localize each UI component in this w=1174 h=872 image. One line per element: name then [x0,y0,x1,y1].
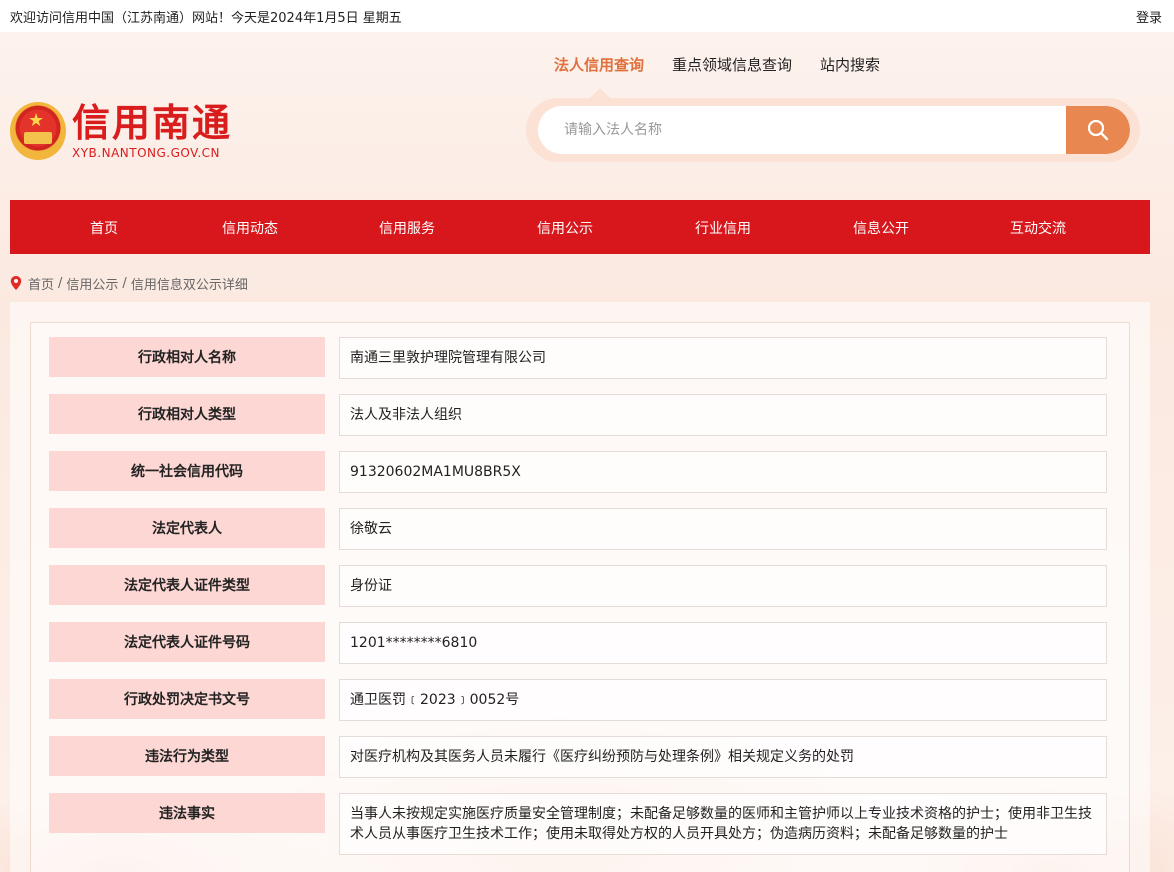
detail-label: 违法事实 [49,793,325,833]
detail-label: 统一社会信用代码 [49,451,325,491]
detail-row: 统一社会信用代码 91320602MA1MU8BR5X [49,451,1107,493]
search-box [526,98,1140,162]
breadcrumb-credit-publicity[interactable]: 信用公示 [66,274,118,293]
nav-item-info-disclosure[interactable]: 信息公开 [853,218,909,238]
detail-value: 南通三里敦护理院管理有限公司 [339,337,1107,379]
detail-row: 行政处罚决定书文号 通卫医罚﹝2023﹞0052号 [49,679,1107,721]
detail-label: 违法行为类型 [49,736,325,776]
search-input[interactable] [538,106,1066,154]
search-tabs: 法人信用查询 重点领域信息查询 站内搜索 [554,54,880,75]
tab-key-field-query[interactable]: 重点领域信息查询 [672,54,792,75]
detail-row: 违法事实 当事人未按规定实施医疗质量安全管理制度；未配备足够数量的医师和主管护师以… [49,793,1107,855]
detail-value: 身份证 [339,565,1107,607]
detail-row: 法定代表人证件类型 身份证 [49,565,1107,607]
nav-item-home[interactable]: 首页 [90,218,118,238]
detail-panel: 行政相对人名称 南通三里敦护理院管理有限公司 行政相对人类型 法人及非法人组织 统一社会… [10,302,1150,872]
tab-site-search[interactable]: 站内搜索 [820,54,880,75]
detail-label: 法定代表人证件号码 [49,622,325,662]
detail-value: 91320602MA1MU8BR5X [339,451,1107,493]
detail-row: 行政相对人名称 南通三里敦护理院管理有限公司 [49,337,1107,379]
detail-value: 通卫医罚﹝2023﹞0052号 [339,679,1107,721]
site-logo[interactable]: ★ 信用南通 XYB.NANTONG.GOV.CN [10,102,232,160]
detail-row: 法定代表人 徐敬云 [49,508,1107,550]
nav-item-industry-credit[interactable]: 行业信用 [695,218,751,238]
login-link[interactable]: 登录 [1136,7,1164,26]
national-emblem-icon: ★ [10,102,66,160]
search-button[interactable] [1066,106,1130,154]
nav-item-credit-service[interactable]: 信用服务 [379,218,435,238]
main-nav: 首页 信用动态 信用服务 信用公示 行业信用 信息公开 互动交流 [10,200,1150,254]
detail-row: 违法行为类型 对医疗机构及其医务人员未履行《医疗纠纷预防与处理条例》相关规定义务的… [49,736,1107,778]
detail-row: 行政相对人类型 法人及非法人组织 [49,394,1107,436]
detail-label: 行政相对人类型 [49,394,325,434]
detail-value: 法人及非法人组织 [339,394,1107,436]
active-tab-caret [590,88,610,98]
detail-row: 法定代表人证件号码 1201********6810 [49,622,1107,664]
header: ★ 信用南通 XYB.NANTONG.GOV.CN 法人信用查询 重点领域信息查… [0,32,1174,200]
nav-item-interaction[interactable]: 互动交流 [1010,218,1066,238]
logo-subtitle: XYB.NANTONG.GOV.CN [72,146,220,160]
tab-legal-credit-query[interactable]: 法人信用查询 [554,54,644,75]
breadcrumb: 首页 / 信用公示 / 信用信息双公示详细 [0,254,1174,298]
detail-value: 1201********6810 [339,622,1107,664]
detail-label: 行政相对人名称 [49,337,325,377]
search-icon [1087,119,1109,141]
detail-value: 徐敬云 [339,508,1107,550]
top-bar: 欢迎访问信用中国（江苏南通）网站！今天是2024年1月5日 星期五 登录 [0,0,1174,32]
detail-label: 行政处罚决定书文号 [49,679,325,719]
breadcrumb-current: 信用信息双公示详细 [130,277,248,293]
detail-label: 法定代表人 [49,508,325,548]
nav-item-credit-publicity[interactable]: 信用公示 [537,218,593,238]
location-pin-icon [10,276,22,290]
detail-table: 行政相对人名称 南通三里敦护理院管理有限公司 行政相对人类型 法人及非法人组织 统一社会… [30,322,1130,872]
nav-item-credit-news[interactable]: 信用动态 [222,218,278,238]
breadcrumb-home[interactable]: 首页 [28,274,54,293]
welcome-text: 欢迎访问信用中国（江苏南通）网站！今天是2024年1月5日 星期五 [10,10,402,26]
detail-value: 当事人未按规定实施医疗质量安全管理制度；未配备足够数量的医师和主管护师以上专业技… [339,793,1107,855]
detail-value: 对医疗机构及其医务人员未履行《医疗纠纷预防与处理条例》相关规定义务的处罚 [339,736,1107,778]
detail-label: 法定代表人证件类型 [49,565,325,605]
logo-title: 信用南通 [72,100,233,145]
